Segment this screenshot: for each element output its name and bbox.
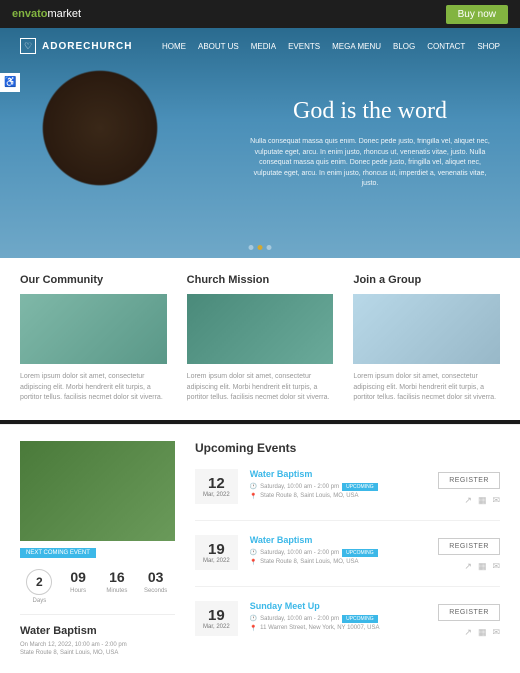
feature-desc: Lorem ipsum dolor sit amet, consectetur … xyxy=(187,372,334,404)
upcoming-title: Upcoming Events xyxy=(195,441,500,455)
event-row: 19 Mar, 2022 Sunday Meet Up 🕐Saturday, 1… xyxy=(195,601,500,638)
envato-logo[interactable]: envatomarket xyxy=(12,8,81,20)
slider-dot-active[interactable] xyxy=(258,245,263,250)
share-icon[interactable]: ↗ xyxy=(464,561,472,572)
features-row: Our Community Lorem ipsum dolor sit amet… xyxy=(0,258,520,420)
event-row: 19 Mar, 2022 Water Baptism 🕐Saturday, 10… xyxy=(195,535,500,587)
countdown-seconds: 03Seconds xyxy=(136,569,175,604)
upcoming-badge: UPCOMING xyxy=(342,615,378,623)
nav-events[interactable]: EVENTS xyxy=(288,42,320,51)
envato-bar: envatomarket Buy now xyxy=(0,0,520,28)
mail-icon[interactable]: ✉ xyxy=(492,561,500,572)
event-info: Water Baptism 🕐Saturday, 10:00 am - 2:00… xyxy=(250,469,427,502)
event-actions: REGISTER ↗ ▦ ✉ xyxy=(438,601,500,638)
register-button[interactable]: REGISTER xyxy=(438,472,500,489)
nav-media[interactable]: MEDIA xyxy=(251,42,276,51)
hero-title: God is the word xyxy=(250,98,490,125)
event-info: Sunday Meet Up 🕐Saturday, 10:00 am - 2:0… xyxy=(250,601,427,634)
event-title-link[interactable]: Water Baptism xyxy=(250,469,427,479)
feature-image[interactable] xyxy=(353,294,500,364)
share-icon[interactable]: ↗ xyxy=(464,495,472,506)
mail-icon[interactable]: ✉ xyxy=(492,627,500,638)
nav-mega[interactable]: MEGA MENU xyxy=(332,42,381,51)
share-icon[interactable]: ↗ xyxy=(464,627,472,638)
nav-shop[interactable]: SHOP xyxy=(477,42,500,51)
feature-desc: Lorem ipsum dolor sit amet, consectetur … xyxy=(353,372,500,404)
feature-mission: Church Mission Lorem ipsum dolor sit ame… xyxy=(187,274,334,404)
nav-about[interactable]: ABOUT US xyxy=(198,42,239,51)
feature-group: Join a Group Lorem ipsum dolor sit amet,… xyxy=(353,274,500,404)
event-actions: REGISTER ↗ ▦ ✉ xyxy=(438,535,500,572)
hero-subtitle: Nulla consequat massa quis enim. Donec p… xyxy=(250,137,490,190)
main-nav: HOME ABOUT US MEDIA EVENTS MEGA MENU BLO… xyxy=(162,42,500,51)
next-event-badge: NEXT COMING EVENT xyxy=(20,548,96,558)
feature-title: Our Community xyxy=(20,274,167,286)
pin-icon: 📍 xyxy=(250,625,257,632)
hero-section: ♡ ADORECHURCH HOME ABOUT US MEDIA EVENTS… xyxy=(0,28,520,258)
event-row: 12 Mar, 2022 Water Baptism 🕐Saturday, 10… xyxy=(195,469,500,521)
clock-icon: 🕐 xyxy=(250,549,257,556)
calendar-icon[interactable]: ▦ xyxy=(478,627,487,638)
feature-title: Church Mission xyxy=(187,274,334,286)
calendar-icon[interactable]: ▦ xyxy=(478,495,487,506)
register-button[interactable]: REGISTER xyxy=(438,538,500,555)
event-title-link[interactable]: Water Baptism xyxy=(250,535,427,545)
event-info: Water Baptism 🕐Saturday, 10:00 am - 2:00… xyxy=(250,535,427,568)
featured-event: Water Baptism On March 12, 2022, 10:00 a… xyxy=(20,625,175,658)
feature-image[interactable] xyxy=(187,294,334,364)
mail-icon[interactable]: ✉ xyxy=(492,495,500,506)
events-section: NEXT COMING EVENT 2Days 09Hours 16Minute… xyxy=(0,424,520,673)
accessibility-icon[interactable]: ♿ xyxy=(0,73,20,92)
event-date-box: 12 Mar, 2022 xyxy=(195,469,238,504)
nav-blog[interactable]: BLOG xyxy=(393,42,415,51)
site-logo[interactable]: ♡ ADORECHURCH xyxy=(20,38,132,54)
slider-dots xyxy=(249,245,272,250)
pin-icon: 📍 xyxy=(250,493,257,500)
featured-event-image[interactable] xyxy=(20,441,175,541)
next-event-column: NEXT COMING EVENT 2Days 09Hours 16Minute… xyxy=(20,441,175,658)
upcoming-badge: UPCOMING xyxy=(342,483,378,491)
featured-event-date: On March 12, 2022, 10:00 am - 2:00 pm xyxy=(20,641,175,649)
feature-image[interactable] xyxy=(20,294,167,364)
slider-dot[interactable] xyxy=(267,245,272,250)
feature-community: Our Community Lorem ipsum dolor sit amet… xyxy=(20,274,167,404)
clock-icon: 🕐 xyxy=(250,615,257,622)
hero-content: God is the word Nulla consequat massa qu… xyxy=(250,98,490,190)
countdown-days: 2Days xyxy=(20,569,59,604)
upcoming-badge: UPCOMING xyxy=(342,549,378,557)
buy-now-button[interactable]: Buy now xyxy=(446,5,508,24)
countdown: 2Days 09Hours 16Minutes 03Seconds xyxy=(20,559,175,615)
site-header: ♡ ADORECHURCH HOME ABOUT US MEDIA EVENTS… xyxy=(0,28,520,64)
nav-home[interactable]: HOME xyxy=(162,42,186,51)
featured-event-title: Water Baptism xyxy=(20,625,175,637)
countdown-hours: 09Hours xyxy=(59,569,98,604)
event-actions: REGISTER ↗ ▦ ✉ xyxy=(438,469,500,506)
nav-contact[interactable]: CONTACT xyxy=(427,42,465,51)
countdown-minutes: 16Minutes xyxy=(98,569,137,604)
slider-dot[interactable] xyxy=(249,245,254,250)
event-date-box: 19 Mar, 2022 xyxy=(195,601,238,636)
event-date-box: 19 Mar, 2022 xyxy=(195,535,238,570)
clock-icon: 🕐 xyxy=(250,483,257,490)
feature-desc: Lorem ipsum dolor sit amet, consectetur … xyxy=(20,372,167,404)
heart-icon: ♡ xyxy=(20,38,36,54)
pin-icon: 📍 xyxy=(250,559,257,566)
featured-event-location: State Route 8, Saint Louis, MO, USA xyxy=(20,649,175,657)
register-button[interactable]: REGISTER xyxy=(438,604,500,621)
calendar-icon[interactable]: ▦ xyxy=(478,561,487,572)
feature-title: Join a Group xyxy=(353,274,500,286)
event-title-link[interactable]: Sunday Meet Up xyxy=(250,601,427,611)
upcoming-events-column: Upcoming Events 12 Mar, 2022 Water Bapti… xyxy=(195,441,500,658)
